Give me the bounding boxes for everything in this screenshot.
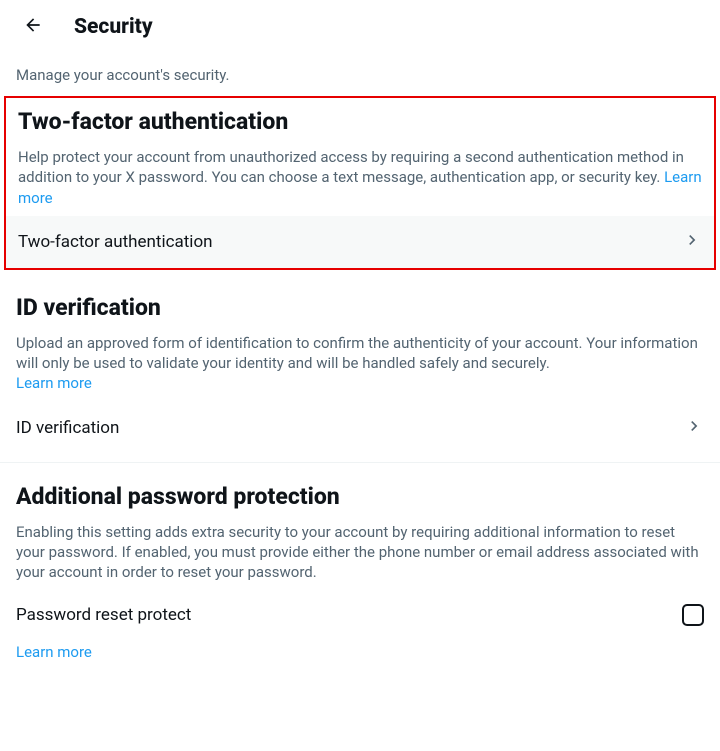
section-two-factor: Two-factor authentication Help protect y… [6, 98, 714, 208]
two-factor-highlight: Two-factor authentication Help protect y… [4, 96, 716, 270]
two-factor-desc-text: Help protect your account from unauthori… [18, 148, 684, 186]
section-password-protection: Additional password protection Enabling … [0, 471, 720, 583]
password-reset-label: Password reset protect [16, 605, 191, 625]
back-button[interactable] [16, 10, 50, 44]
two-factor-desc: Help protect your account from unauthori… [18, 147, 702, 208]
idv-row-label: ID verification [16, 418, 119, 438]
two-factor-row[interactable]: Two-factor authentication [6, 216, 714, 268]
chevron-right-icon [684, 416, 704, 440]
password-reset-row[interactable]: Password reset protect [0, 590, 720, 640]
app-learn-more-link[interactable]: Learn more [16, 643, 92, 661]
idv-learn-more-link[interactable]: Learn more [16, 374, 92, 392]
chevron-right-icon [682, 230, 702, 254]
app-desc: Enabling this setting adds extra securit… [16, 522, 704, 583]
idv-row[interactable]: ID verification [0, 402, 720, 454]
password-reset-checkbox[interactable] [682, 604, 704, 626]
app-heading: Additional password protection [16, 483, 704, 510]
section-id-verification: ID verification Upload an approved form … [0, 282, 720, 394]
divider [0, 462, 720, 463]
idv-desc-text: Upload an approved form of identificatio… [16, 334, 698, 372]
page-subtitle: Manage your account's security. [0, 58, 720, 96]
idv-desc: Upload an approved form of identificatio… [16, 333, 704, 394]
arrow-left-icon [23, 15, 43, 39]
page-title: Security [74, 15, 153, 39]
idv-heading: ID verification [16, 294, 704, 321]
two-factor-row-label: Two-factor authentication [18, 232, 213, 252]
header: Security [0, 0, 720, 58]
two-factor-heading: Two-factor authentication [18, 108, 702, 135]
